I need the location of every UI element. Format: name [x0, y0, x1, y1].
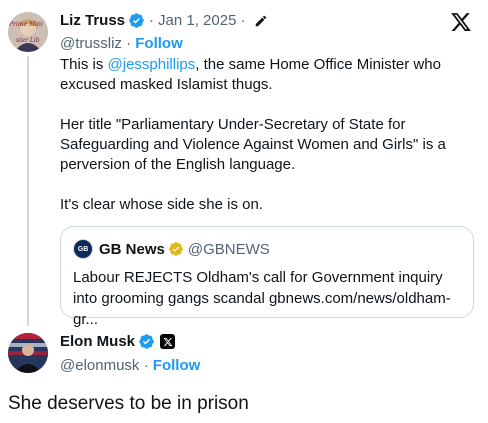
author-handle[interactable]: @elonmusk — [60, 357, 139, 374]
quoted-tweet-card[interactable]: GB GB News @GBNEWS Labour REJECTS Oldham… — [60, 226, 474, 328]
verified-badge-icon — [139, 334, 154, 349]
reply-header: Elon Musk — [60, 333, 176, 350]
tweet-date[interactable]: Jan 1, 2025 — [158, 12, 236, 29]
mention-link[interactable]: @jessphillips — [108, 56, 196, 73]
separator-dot: · — [240, 12, 246, 29]
edit-pencil-icon[interactable] — [254, 14, 268, 28]
separator-dot: · — [143, 357, 149, 374]
author-subline: @trussliz · Follow — [60, 35, 183, 52]
reply-text: She deserves to be in prison — [8, 393, 249, 414]
follow-button[interactable]: Follow — [135, 35, 183, 52]
gb-news-avatar: GB — [73, 239, 93, 259]
avatar-image — [8, 333, 48, 373]
separator-dot: · — [149, 12, 155, 29]
svg-text:ster Lib: ster Lib — [16, 37, 40, 44]
author-name[interactable]: Liz Truss — [60, 12, 125, 29]
x-affiliate-badge-icon[interactable] — [160, 334, 176, 349]
quoted-author-name: GB News — [99, 240, 165, 258]
author-subline: @elonmusk · Follow — [60, 357, 200, 374]
gold-verified-badge-icon — [169, 242, 183, 256]
thread-connector — [27, 56, 29, 326]
separator-dot: · — [126, 35, 132, 52]
x-logo-icon[interactable] — [450, 11, 472, 33]
quoted-author-handle: @GBNEWS — [187, 240, 270, 258]
author-handle[interactable]: @trussliz — [60, 35, 122, 52]
tweet-header: Liz Truss · Jan 1, 2025 · — [60, 12, 268, 29]
svg-text:Prime Mini: Prime Mini — [8, 21, 43, 28]
avatar-image: Prime Mini ster Lib — [8, 12, 48, 52]
author-name[interactable]: Elon Musk — [60, 333, 135, 350]
avatar[interactable] — [8, 333, 48, 373]
quoted-tweet-header: GB GB News @GBNEWS — [73, 239, 270, 259]
tweet-paragraph: It's clear whose side she is on. — [60, 196, 263, 213]
gb-news-logo-text: GB — [77, 245, 89, 253]
verified-badge-icon — [129, 13, 144, 28]
tweet-paragraph: Her title "Parliamentary Under-Secretary… — [60, 116, 446, 173]
text-segment: This is — [60, 56, 108, 73]
quoted-tweet-text: Labour REJECTS Oldham's call for Governm… — [73, 269, 451, 328]
follow-button[interactable]: Follow — [153, 357, 201, 374]
avatar[interactable]: Prime Mini ster Lib — [8, 12, 48, 52]
tweet-paragraph: This is @jessphillips, the same Home Off… — [60, 55, 470, 95]
